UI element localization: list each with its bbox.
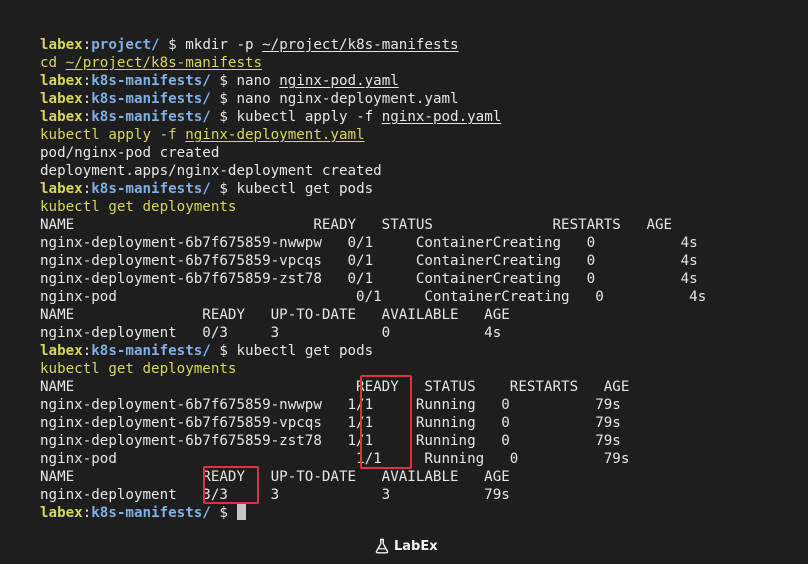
prompt-directory: project/ (91, 37, 160, 53)
echoed-argument: nginx-deployment.yaml (185, 127, 365, 143)
command-argument: nginx-pod.yaml (381, 109, 502, 125)
terminal-line: deployment.apps/nginx-deployment created (40, 162, 706, 180)
echoed-command: kubectl apply -f (40, 127, 186, 143)
terminal-line: labex:k8s-manifests/ $ kubectl get pods (40, 180, 706, 198)
echoed-command: kubectl get deployments (40, 199, 237, 215)
terminal-line: nginx-deployment 3/3 3 3 79s (40, 486, 706, 504)
output-text: nginx-pod 1/1 Running 0 79s (40, 451, 630, 467)
prompt-separator: : (82, 505, 92, 521)
prompt-dollar: $ (210, 343, 237, 359)
prompt-separator: : (82, 181, 92, 197)
prompt-directory: k8s-manifests/ (91, 109, 211, 125)
terminal-cursor[interactable] (237, 504, 247, 520)
output-text: pod/nginx-pod created (40, 145, 220, 161)
command-text: nano (236, 73, 280, 89)
terminal-window[interactable]: labex:project/ $ mkdir -p ~/project/k8s-… (0, 0, 808, 564)
output-text: nginx-pod 0/1 ContainerCreating 0 4s (40, 289, 707, 305)
highlight-pods-ready-column (360, 375, 412, 469)
output-text: nginx-deployment 3/3 3 3 79s (40, 487, 510, 503)
prompt-dollar: $ (210, 505, 237, 521)
output-text: NAME READY STATUS RESTARTS AGE (40, 379, 630, 395)
output-text: NAME READY UP-TO-DATE AVAILABLE AGE (40, 307, 510, 323)
terminal-line: labex:k8s-manifests/ $ nano nginx-pod.ya… (40, 72, 706, 90)
terminal-line: nginx-deployment-6b7f675859-zst78 0/1 Co… (40, 270, 706, 288)
prompt-separator: : (82, 91, 92, 107)
flask-icon (375, 538, 389, 554)
labex-logo: LabEx (374, 536, 438, 556)
prompt-dollar: $ (210, 109, 237, 125)
prompt-dollar: $ (210, 181, 237, 197)
highlight-deployment-ready-value (203, 466, 259, 504)
output-text: NAME READY STATUS RESTARTS AGE (40, 217, 673, 233)
prompt-dollar: $ (159, 37, 186, 53)
terminal-line: nginx-deployment-6b7f675859-vpcqs 0/1 Co… (40, 252, 706, 270)
prompt-user: labex (40, 109, 83, 125)
output-text: nginx-deployment-6b7f675859-zst78 1/1 Ru… (40, 433, 621, 449)
output-text: nginx-deployment-6b7f675859-vpcqs 0/1 Co… (40, 253, 698, 269)
output-text: nginx-deployment-6b7f675859-zst78 0/1 Co… (40, 271, 698, 287)
output-text: NAME READY UP-TO-DATE AVAILABLE AGE (40, 469, 510, 485)
prompt-directory: k8s-manifests/ (91, 505, 211, 521)
output-text: nginx-deployment-6b7f675859-nwwpw 1/1 Ru… (40, 397, 621, 413)
terminal-line: nginx-deployment 0/3 3 0 4s (40, 324, 706, 342)
prompt-separator: : (82, 73, 92, 89)
prompt-separator: : (82, 109, 92, 125)
echoed-command: cd (40, 55, 66, 71)
output-text: deployment.apps/nginx-deployment created (40, 163, 382, 179)
command-argument: nginx-pod.yaml (279, 73, 399, 89)
output-text: nginx-deployment 0/3 3 0 4s (40, 325, 502, 341)
terminal-line: labex:k8s-manifests/ $ kubectl get pods (40, 342, 706, 360)
command-text: nano nginx-deployment.yaml (236, 91, 459, 107)
prompt-user: labex (40, 505, 83, 521)
terminal-line: labex:project/ $ mkdir -p ~/project/k8s-… (40, 36, 706, 54)
terminal-line: NAME READY UP-TO-DATE AVAILABLE AGE (40, 306, 706, 324)
terminal-line: pod/nginx-pod created (40, 144, 706, 162)
prompt-directory: k8s-manifests/ (91, 343, 211, 359)
logo-text: LabEx (394, 538, 438, 554)
command-argument: ~/project/k8s-manifests (262, 37, 459, 53)
terminal-line: labex:k8s-manifests/ $ (40, 504, 706, 522)
prompt-separator: : (82, 37, 92, 53)
terminal-line: nginx-deployment-6b7f675859-nwwpw 0/1 Co… (40, 234, 706, 252)
prompt-user: labex (40, 73, 83, 89)
prompt-separator: : (82, 343, 92, 359)
terminal-line: NAME READY UP-TO-DATE AVAILABLE AGE (40, 468, 706, 486)
terminal-line: kubectl get deployments (40, 198, 706, 216)
echoed-argument: ~/project/k8s-manifests (65, 55, 263, 71)
prompt-user: labex (40, 37, 83, 53)
command-text: kubectl get pods (236, 343, 374, 359)
terminal-line: cd ~/project/k8s-manifests (40, 54, 706, 72)
prompt-user: labex (40, 343, 83, 359)
prompt-directory: k8s-manifests/ (91, 91, 211, 107)
output-text: nginx-deployment-6b7f675859-nwwpw 0/1 Co… (40, 235, 698, 251)
terminal-line: nginx-pod 0/1 ContainerCreating 0 4s (40, 288, 706, 306)
output-text: nginx-deployment-6b7f675859-vpcqs 1/1 Ru… (40, 415, 621, 431)
prompt-user: labex (40, 91, 83, 107)
terminal-line: labex:k8s-manifests/ $ kubectl apply -f … (40, 108, 706, 126)
prompt-directory: k8s-manifests/ (91, 181, 211, 197)
command-text: kubectl apply -f (236, 109, 382, 125)
command-text: kubectl get pods (236, 181, 374, 197)
prompt-user: labex (40, 181, 83, 197)
command-text: mkdir -p (185, 37, 263, 53)
prompt-dollar: $ (210, 73, 237, 89)
prompt-dollar: $ (210, 91, 237, 107)
terminal-line: labex:k8s-manifests/ $ nano nginx-deploy… (40, 90, 706, 108)
terminal-line: kubectl apply -f nginx-deployment.yaml (40, 126, 706, 144)
echoed-command: kubectl get deployments (40, 361, 237, 377)
terminal-line: NAME READY STATUS RESTARTS AGE (40, 216, 706, 234)
prompt-directory: k8s-manifests/ (91, 73, 211, 89)
